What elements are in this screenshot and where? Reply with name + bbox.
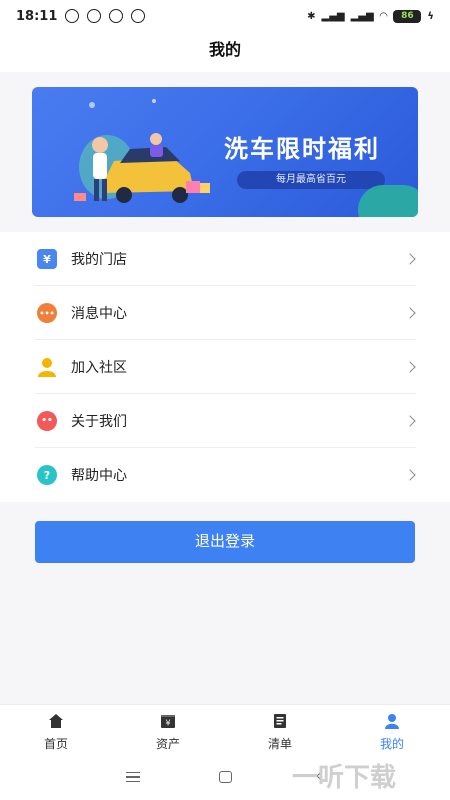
decorative-leaf: [358, 185, 418, 217]
tab-label: 清单: [267, 737, 292, 751]
banner-subtitle: 每月最高省百元: [237, 171, 385, 189]
status-time: 18:11: [16, 8, 58, 24]
person-icon: [385, 714, 399, 729]
chevron-right-icon: [404, 415, 416, 427]
alarm-icon: [87, 9, 102, 23]
car-illustration: [74, 99, 210, 203]
menu-item-label: 帮助中心: [71, 468, 127, 484]
chevron-right-icon: [404, 469, 416, 481]
home-square-icon[interactable]: [219, 771, 232, 783]
bluetooth-icon: ✱: [307, 10, 316, 22]
logout-button[interactable]: 退出登录: [35, 521, 415, 563]
menu-item-help-center[interactable]: ? 帮助中心: [0, 448, 450, 502]
banner-section: 洗车限时福利 每月最高省百元: [0, 72, 450, 232]
status-bar: 18:11 ✱ ▂▄▆ ▂▄▆ ◠ 86 ϟ: [0, 0, 450, 32]
menu-item-label: 加入社区: [71, 360, 127, 376]
chevron-right-icon: [404, 307, 416, 319]
tab-list[interactable]: 清单: [224, 705, 336, 757]
list-icon: [274, 714, 286, 728]
tab-mine[interactable]: 我的: [336, 705, 448, 757]
menu-item-label: 消息中心: [71, 306, 127, 322]
chevron-right-icon: [404, 361, 416, 373]
menu-item-my-store[interactable]: ¥ 我的门店: [0, 232, 450, 286]
tab-home[interactable]: 首页: [0, 705, 112, 757]
wifi-icon: ◠: [379, 10, 388, 22]
store-icon: ¥: [37, 249, 57, 269]
promo-banner[interactable]: 洗车限时福利 每月最高省百元: [32, 87, 418, 217]
banner-title: 洗车限时福利: [224, 135, 380, 163]
page-title: 我的: [0, 32, 450, 72]
bottom-tab-bar: 首页 ¥ 资产 清单 我的: [0, 704, 450, 756]
help-icon: ?: [37, 465, 57, 485]
menu-item-label: 关于我们: [71, 414, 127, 430]
tab-label: 我的: [379, 737, 404, 751]
message-icon: •••: [37, 303, 57, 323]
menu-item-about-us[interactable]: •• 关于我们: [0, 394, 450, 448]
menu-icon[interactable]: [126, 772, 140, 782]
app-notification-icon-2: [131, 9, 146, 23]
home-icon: [49, 714, 63, 728]
svg-text:¥: ¥: [165, 719, 170, 728]
menu-item-message-center[interactable]: ••• 消息中心: [0, 286, 450, 340]
tab-label: 资产: [155, 737, 180, 751]
battery-icon: 86: [393, 9, 422, 23]
watermark-logo: 一听下载: [292, 758, 450, 798]
community-icon: [37, 357, 57, 377]
watermark-text: 一听下载: [292, 763, 397, 793]
dnd-icon: [65, 9, 80, 23]
signal-icon: ▂▄▆: [321, 10, 345, 22]
menu-list: ¥ 我的门店 ••• 消息中心 加入社区 •• 关于我们 ? 帮助中心: [0, 232, 450, 502]
menu-item-join-community[interactable]: 加入社区: [0, 340, 450, 394]
wallet-icon: ¥: [161, 715, 175, 728]
charging-icon: ϟ: [427, 10, 434, 22]
about-icon: ••: [37, 411, 57, 431]
app-notification-icon: [109, 9, 124, 23]
chevron-right-icon: [404, 253, 416, 265]
signal-icon-2: ▂▄▆: [350, 10, 374, 22]
menu-item-label: 我的门店: [71, 252, 127, 268]
tab-label: 首页: [43, 737, 68, 751]
tab-assets[interactable]: ¥ 资产: [112, 705, 224, 757]
